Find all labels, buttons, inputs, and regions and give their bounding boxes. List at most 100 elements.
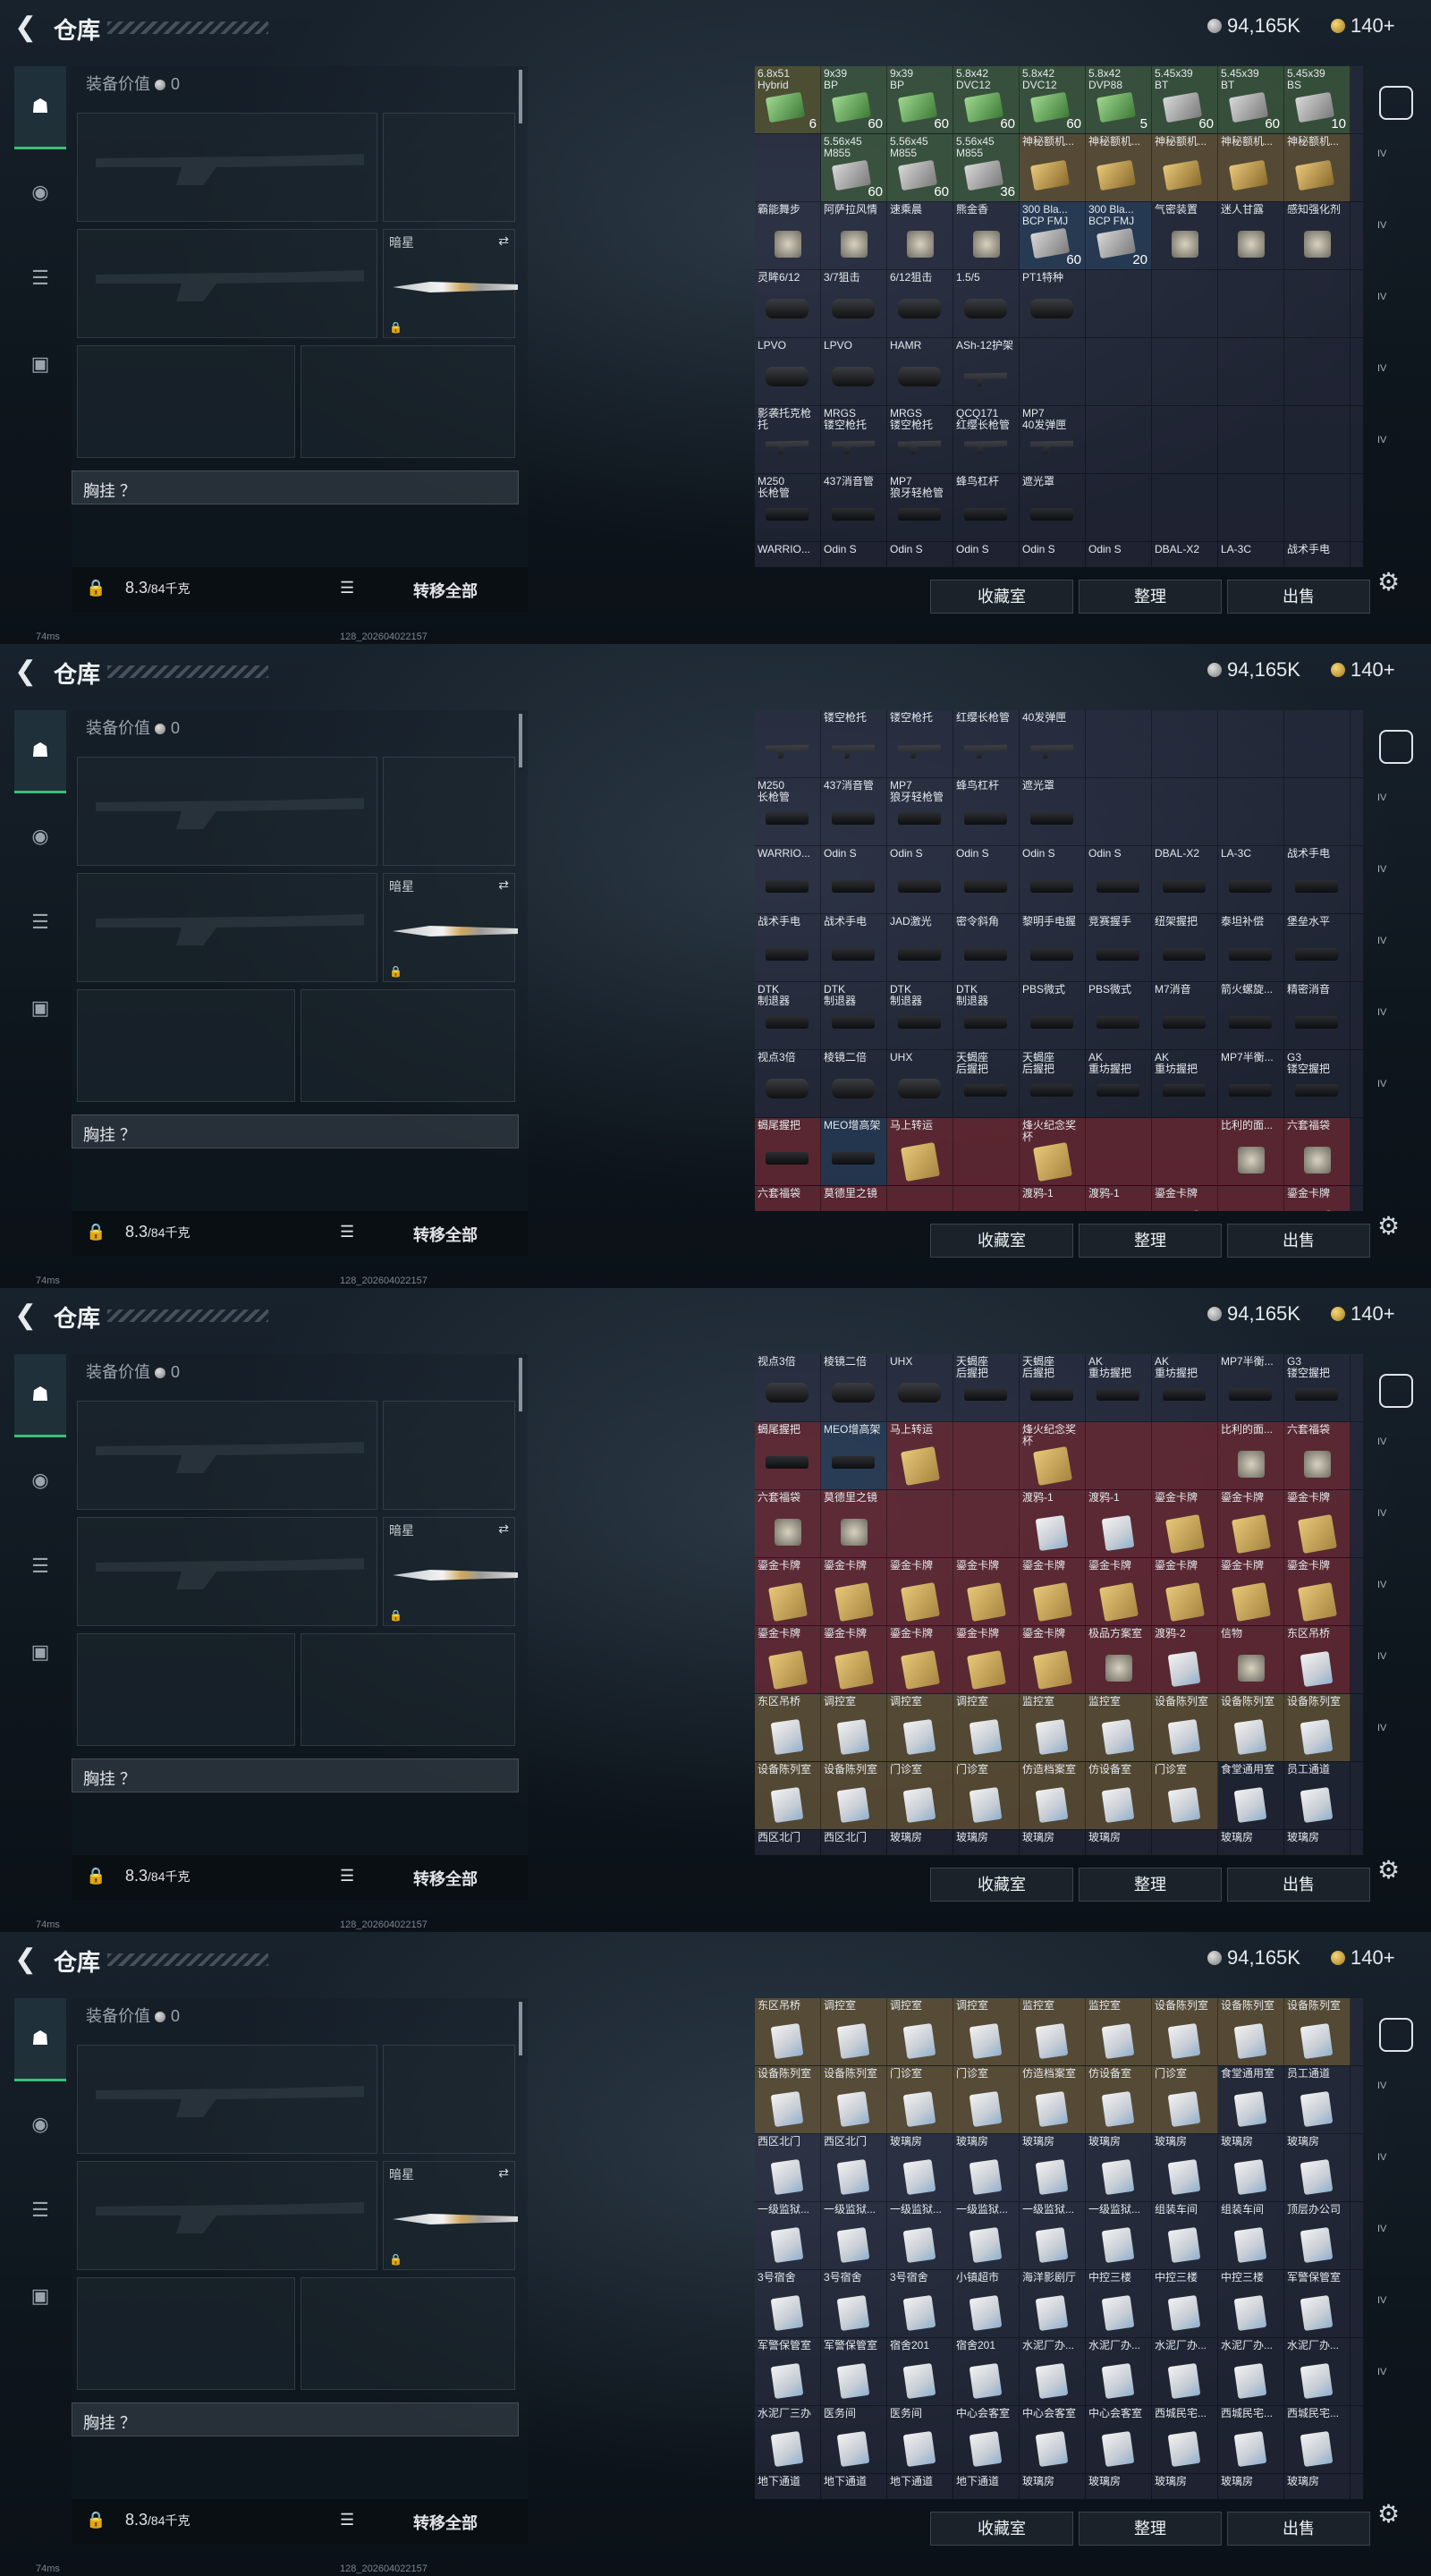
nav-armor[interactable]: ◉	[14, 2084, 66, 2165]
stash-item[interactable]: 5.56x45 M855 60	[821, 134, 887, 201]
transfer-all-button[interactable]: 转移全部	[413, 1867, 478, 1890]
nav-weapons[interactable]: ☗	[14, 1998, 66, 2081]
stash-item[interactable]: 海洋影剧厅	[1020, 2270, 1086, 2337]
stash-item[interactable]: Odin S	[887, 542, 953, 567]
stash-item[interactable]: 蜂鸟杠杆	[953, 474, 1020, 541]
stash-item[interactable]: 设备陈列室	[1218, 1998, 1284, 2065]
stash-item[interactable]: 渡鸦-1	[1086, 1490, 1152, 1557]
stash-item[interactable]: 300 Bla... BCP FMJ 60	[1020, 202, 1086, 269]
stash-item[interactable]: 玻璃房	[1086, 2134, 1152, 2201]
stash-item[interactable]	[1020, 338, 1086, 405]
stash-item[interactable]: 鎏金卡牌	[887, 1558, 953, 1625]
stash-item[interactable]: 蝎尾握把	[755, 1422, 821, 1489]
stash-item[interactable]: 员工通道	[1284, 1762, 1351, 1829]
stash-item[interactable]	[1284, 778, 1351, 845]
chest-rig-slot[interactable]: 胸挂 ？	[72, 1758, 519, 1792]
melee-slot[interactable]: 暗星 ⇄ 🔒	[383, 1517, 518, 1626]
collection-button[interactable]: 收藏室	[930, 1868, 1073, 1902]
stash-item[interactable]: 西城民宅...	[1284, 2406, 1351, 2473]
sort-button[interactable]: 整理	[1079, 580, 1222, 614]
stash-item[interactable]: 神秘额机...	[1218, 134, 1284, 201]
stash-item[interactable]: 玻璃房	[1218, 1830, 1284, 1855]
stash-item[interactable]: 比利的面...	[1218, 1118, 1284, 1185]
stash-item[interactable]: 鎏金卡牌	[1086, 1558, 1152, 1625]
stash-item[interactable]: 鎏金卡牌	[1152, 1490, 1218, 1557]
stash-item[interactable]: 门诊室	[1152, 2066, 1218, 2133]
stash-page-tab[interactable]: IV	[1377, 1079, 1413, 1100]
stash-item[interactable]: 玻璃房	[1020, 2134, 1086, 2201]
stash-item[interactable]	[953, 1422, 1020, 1489]
stash-page-tab[interactable]: IV	[1377, 2152, 1413, 2174]
stash-item[interactable]: 鎏金卡牌	[953, 1558, 1020, 1625]
stash-page-tab[interactable]: IV	[1377, 2367, 1413, 2388]
stash-item[interactable]: 西区北门	[755, 2134, 821, 2201]
stash-item[interactable]: 马上转运	[887, 1118, 953, 1185]
equipment-scrollbar[interactable]	[519, 1358, 522, 1411]
stash-item[interactable]: 5.45x39 BT 60	[1152, 66, 1218, 133]
stash-item[interactable]: 地下通道	[755, 2474, 821, 2499]
sell-button[interactable]: 出售	[1227, 580, 1370, 614]
collection-button[interactable]: 收藏室	[930, 580, 1073, 614]
stash-item[interactable]: 莫德里之镜	[821, 1186, 887, 1211]
stash-item[interactable]: LA-3C	[1218, 846, 1284, 913]
stash-item[interactable]: PT1特种	[1020, 270, 1086, 337]
stash-item[interactable]: 中心会客室	[1020, 2406, 1086, 2473]
stash-item[interactable]: 烽火纪念奖杯	[1020, 1422, 1086, 1489]
stash-item[interactable]: LPVO	[821, 338, 887, 405]
armor-slot[interactable]	[301, 989, 515, 1102]
stash-item[interactable]: 监控室	[1086, 1998, 1152, 2065]
stash-item[interactable]: 比利的面...	[1218, 1422, 1284, 1489]
stash-item[interactable]	[1218, 270, 1284, 337]
stash-item[interactable]: 顶层办公司	[1284, 2202, 1351, 2269]
stash-item[interactable]: 小镇超市	[953, 2270, 1020, 2337]
stash-item[interactable]: 设备陈列室	[821, 2066, 887, 2133]
stash-item[interactable]	[1152, 778, 1218, 845]
gold-balance[interactable]: 140+	[1331, 1946, 1395, 1970]
stash-item[interactable]: PBS微式	[1020, 982, 1086, 1049]
stash-page-tab[interactable]: IV	[1377, 1651, 1413, 1673]
stash-item[interactable]: 西城民宅...	[1152, 2406, 1218, 2473]
stash-item[interactable]: 水泥厂办...	[1152, 2338, 1218, 2405]
stash-item[interactable]: 5.8x42 DVC12 60	[1020, 66, 1086, 133]
stash-item[interactable]: 军警保管室	[755, 2338, 821, 2405]
list-icon[interactable]: ☰	[340, 579, 354, 597]
stash-item[interactable]: 医务间	[821, 2406, 887, 2473]
stash-item[interactable]: 棱镜二倍	[821, 1050, 887, 1117]
stash-item[interactable]	[1086, 710, 1152, 777]
stash-item[interactable]: 战术手电	[1284, 846, 1351, 913]
stash-item[interactable]: 调控室	[887, 1998, 953, 2065]
sort-button[interactable]: 整理	[1079, 1224, 1222, 1258]
stash-item[interactable]: 中控三楼	[1152, 2270, 1218, 2337]
stash-item[interactable]: 地下通道	[953, 2474, 1020, 2499]
stash-page-tab[interactable]: IV	[1377, 220, 1413, 242]
stash-page-tab[interactable]: IV	[1377, 792, 1413, 814]
stash-item[interactable]: 鎏金卡牌	[1284, 1490, 1351, 1557]
stash-item[interactable]: 3号宿舍	[755, 2270, 821, 2337]
swap-icon[interactable]: ⇄	[498, 2165, 509, 2181]
primary-weapon-slot[interactable]	[77, 1401, 377, 1510]
stash-item[interactable]: 中心会客室	[1086, 2406, 1152, 2473]
stash-item[interactable]: 设备陈列室	[1284, 1694, 1351, 1761]
stash-item[interactable]: 镂空枪托	[821, 710, 887, 777]
stash-item[interactable]: M250 长枪管	[755, 474, 821, 541]
stash-item[interactable]: DTK 制退器	[821, 982, 887, 1049]
stash-item[interactable]: 437消音管	[821, 778, 887, 845]
stash-item[interactable]: 300 Bla... BCP FMJ 20	[1086, 202, 1152, 269]
stash-item[interactable]: 战术手电	[821, 914, 887, 981]
stash-item[interactable]: 地下通道	[887, 2474, 953, 2499]
stash-item[interactable]: 鎏金卡牌	[1152, 1558, 1218, 1625]
stash-item[interactable]: G3 镂空握把	[1284, 1050, 1351, 1117]
swap-icon[interactable]: ⇄	[498, 1521, 509, 1537]
stash-item[interactable]: 水泥厂办...	[1020, 2338, 1086, 2405]
stash-item[interactable]: Odin S	[821, 846, 887, 913]
stash-item[interactable]: 迷人甘露	[1218, 202, 1284, 269]
stash-item[interactable]	[1152, 1830, 1218, 1855]
stash-item[interactable]: 6/12狙击	[887, 270, 953, 337]
stash-item[interactable]: MP7 40发弹匣	[1020, 406, 1086, 473]
stash-item[interactable]: 速乘晨	[887, 202, 953, 269]
stash-item[interactable]: DTK 制退器	[755, 982, 821, 1049]
stash-item[interactable]: 3号宿舍	[821, 2270, 887, 2337]
stash-item[interactable]: LPVO	[755, 338, 821, 405]
stash-item[interactable]: Odin S	[953, 846, 1020, 913]
melee-slot[interactable]: 暗星 ⇄ 🔒	[383, 873, 518, 982]
